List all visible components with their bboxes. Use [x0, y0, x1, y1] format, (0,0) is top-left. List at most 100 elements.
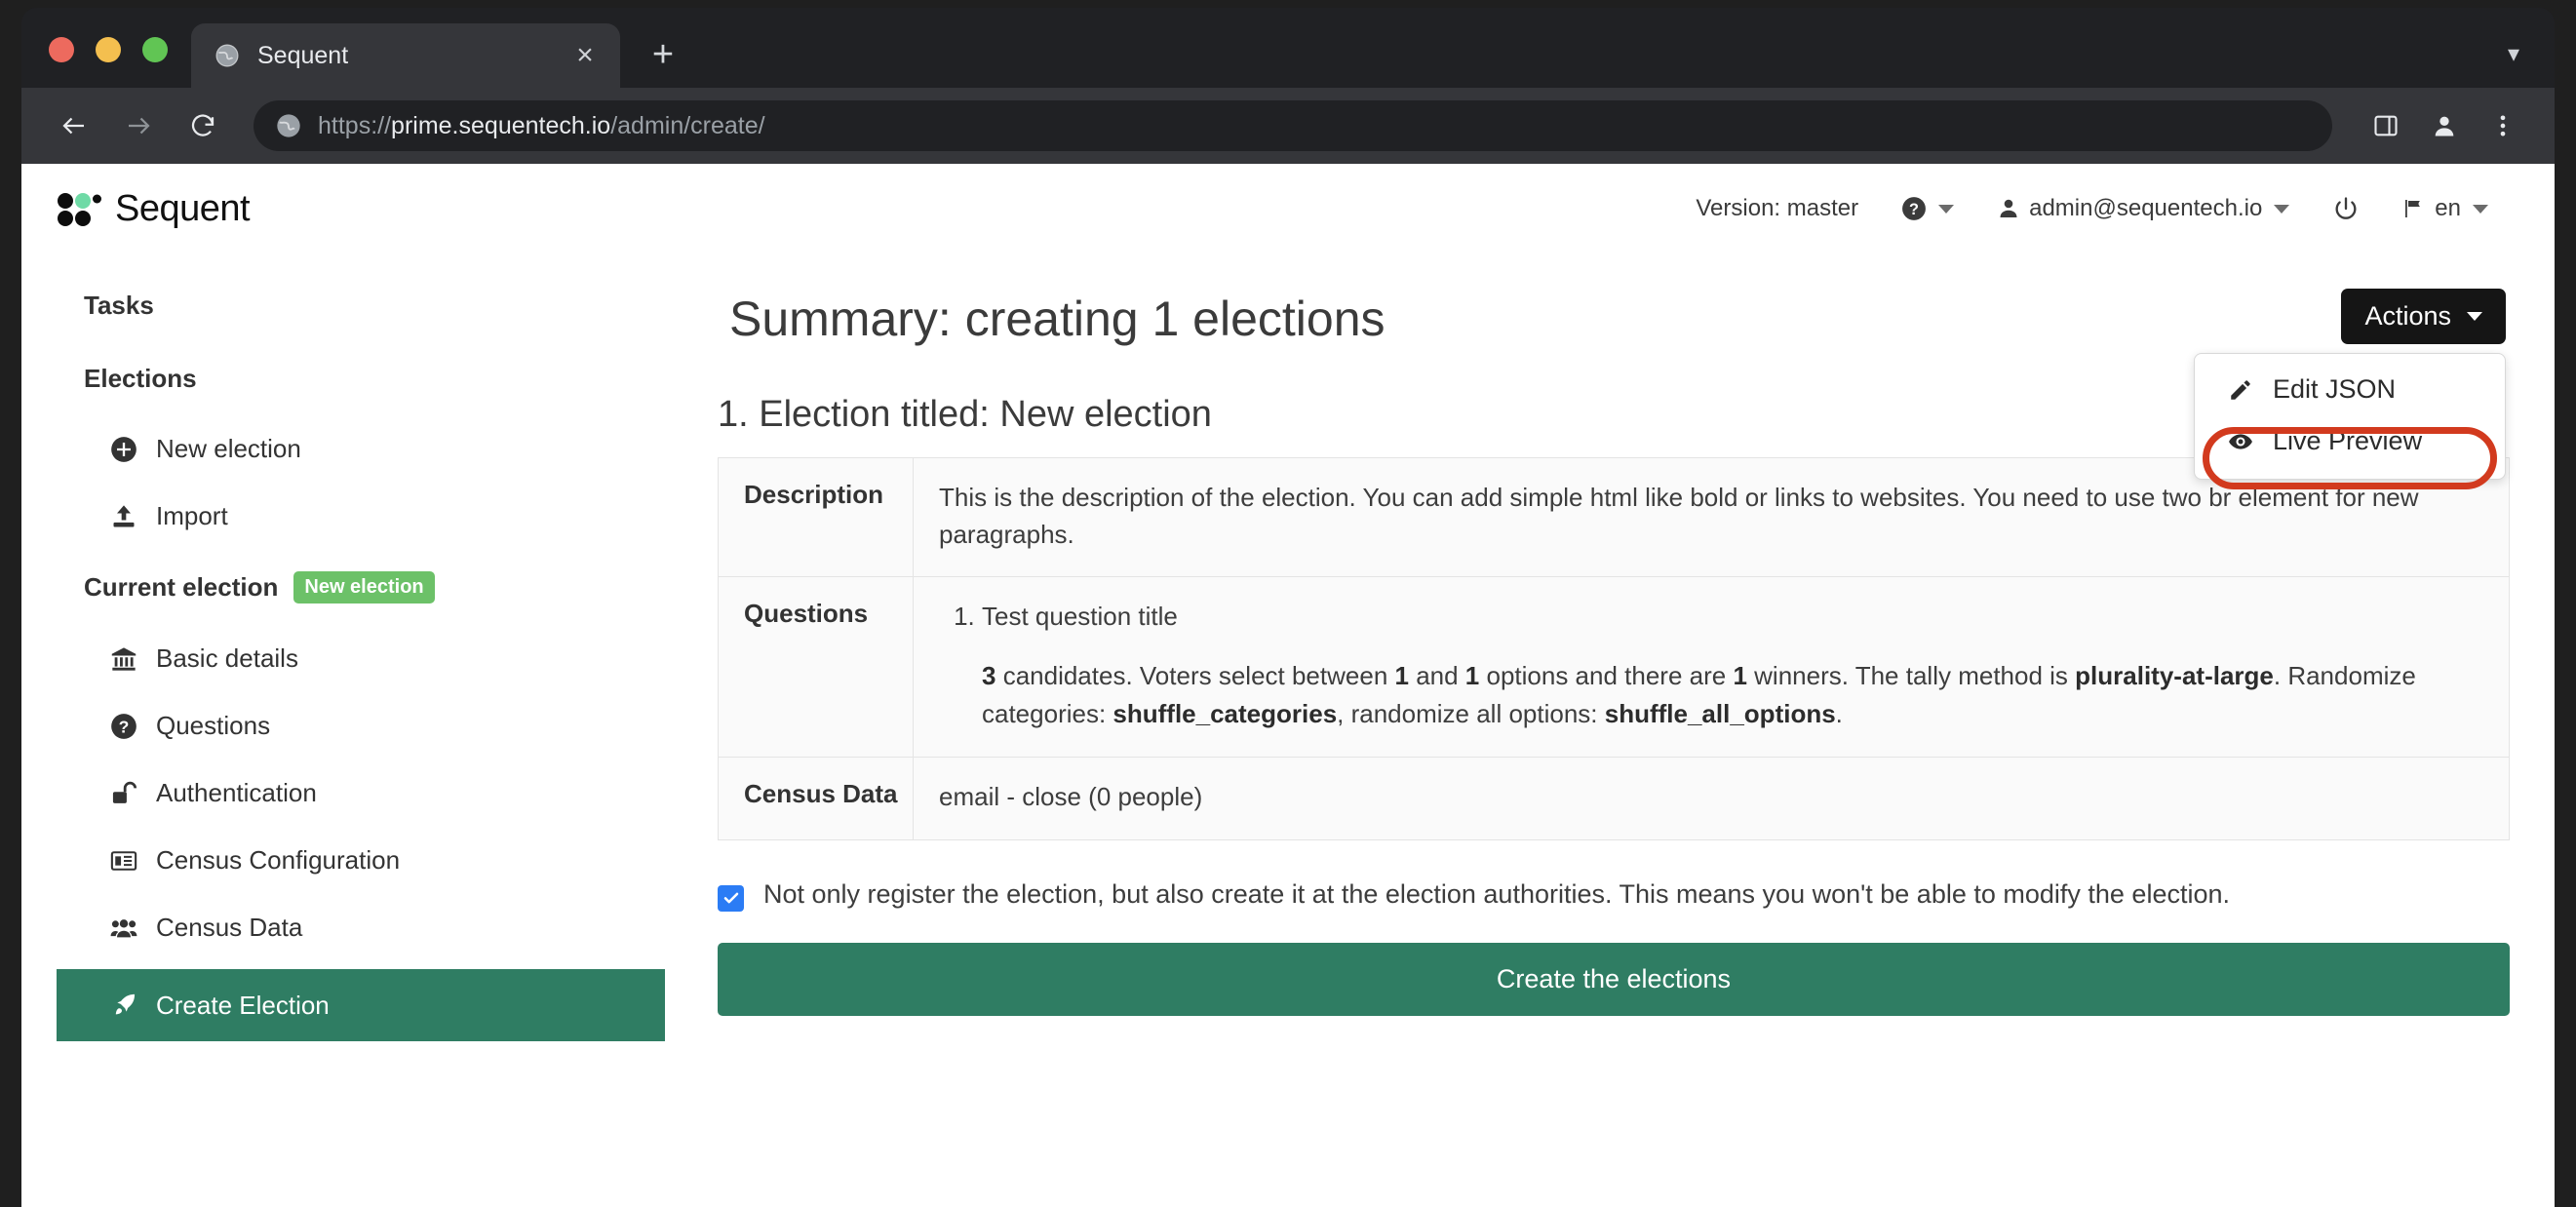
census-data-value: email - close (0 people) [913, 757, 2510, 840]
address-bar[interactable]: https://prime.sequentech.io/admin/create… [254, 100, 2332, 151]
toolbar-actions [2360, 99, 2529, 152]
question-details: 3 candidates. Voters select between 1 an… [982, 657, 2485, 733]
svg-text:?: ? [1909, 201, 1919, 218]
sidebar-item-import[interactable]: Import [21, 483, 665, 550]
sidebar-item-questions[interactable]: ? Questions [21, 692, 665, 759]
question-text-2: and [1408, 661, 1465, 691]
forward-button[interactable] [111, 98, 166, 153]
question-min: 1 [1394, 661, 1409, 691]
main-content: Summary: creating 1 elections Actions Ed… [665, 253, 2555, 1041]
create-at-authorities-checkbox[interactable] [718, 884, 744, 912]
page-title: Summary: creating 1 elections [729, 292, 1386, 346]
table-row-questions: Questions Test question title 3 candidat… [718, 576, 2510, 758]
url-host: prime.sequentech.io [391, 111, 611, 139]
bank-icon [109, 644, 138, 674]
sequent-logo-icon [58, 193, 101, 226]
question-max: 1 [1464, 661, 1480, 691]
logout-button[interactable] [2311, 195, 2381, 222]
sidebar-item-census-configuration[interactable]: Census Configuration [21, 827, 665, 894]
eye-icon [2228, 429, 2255, 454]
language-menu[interactable]: en [2381, 195, 2510, 222]
help-circle-icon: ? [1902, 197, 1927, 220]
sidebar-item-create-election[interactable]: Create Election [57, 969, 665, 1041]
sidebar-item-new-election[interactable]: New election [21, 415, 665, 483]
questions-value: Test question title 3 candidates. Voters… [913, 576, 2510, 758]
rocket-icon [109, 991, 138, 1020]
menu-item-edit-json-label: Edit JSON [2273, 374, 2397, 404]
election-summary-table: Description This is the description of t… [718, 457, 2510, 840]
sidebar-section-current-election: Current election New election [21, 550, 665, 625]
sidebar-item-import-label: Import [156, 501, 228, 530]
header-actions: Version: master ? admin@sequentech.io en [1674, 195, 2510, 222]
sidebar-item-census-data-label: Census Data [156, 913, 303, 942]
sidebar-item-create-election-label: Create Election [156, 990, 330, 1020]
back-button[interactable] [47, 98, 101, 153]
sidebar-section-tasks-label: Tasks [84, 291, 154, 320]
globe-icon [277, 114, 300, 137]
menu-item-live-preview-label: Live Preview [2273, 426, 2423, 455]
side-panel-button[interactable] [2360, 99, 2412, 152]
close-icon[interactable]: × [567, 41, 603, 70]
url-text: https://prime.sequentech.io/admin/create… [318, 112, 765, 140]
table-row-census-data: Census Data email - close (0 people) [718, 757, 2510, 840]
brand-logo[interactable]: Sequent [57, 188, 251, 230]
arrow-right-icon [129, 117, 150, 135]
create-the-elections-button[interactable]: Create the elections [718, 942, 2510, 1016]
plus-circle-icon [109, 435, 138, 464]
census-data-label: Census Data [718, 757, 914, 840]
flag-icon [2405, 200, 2421, 217]
minimize-window-button[interactable] [96, 37, 121, 62]
unlock-icon [109, 779, 138, 808]
browser-tab[interactable]: Sequent × [191, 23, 620, 88]
sidebar-section-tasks[interactable]: Tasks [21, 269, 665, 342]
question-randomize-options: shuffle_all_options [1604, 699, 1836, 729]
question-text-3: options and there are [1479, 661, 1734, 691]
svg-text:?: ? [119, 717, 130, 736]
maximize-window-button[interactable] [142, 37, 168, 62]
url-scheme: https:// [318, 111, 392, 139]
close-window-button[interactable] [49, 37, 74, 62]
kebab-menu-icon [2500, 115, 2506, 136]
reload-icon [191, 114, 215, 136]
chevron-down-icon [2473, 204, 2488, 214]
chevron-down-icon [1938, 204, 1955, 214]
sidebar-item-new-election-label: New election [156, 434, 301, 463]
chevron-down-icon[interactable]: ▾ [2508, 40, 2519, 68]
actions-button[interactable]: Actions [2341, 289, 2506, 344]
question-randomize-categories: shuffle_categories [1112, 699, 1338, 729]
sidebar-item-census-configuration-label: Census Configuration [156, 845, 401, 875]
question-text-1: candidates. Voters select between [995, 661, 1395, 691]
profile-button[interactable] [2418, 99, 2471, 152]
reload-button[interactable] [176, 98, 230, 153]
version-text: Version: master [1696, 195, 1859, 221]
browser-menu-button[interactable] [2477, 99, 2529, 152]
check-icon [723, 892, 738, 904]
sidebar-section-current-label: Current election [84, 572, 279, 602]
users-icon [109, 914, 138, 943]
new-tab-button[interactable]: + [642, 34, 684, 76]
side-panel-icon [2374, 115, 2398, 136]
sidebar-item-authentication[interactable]: Authentication [21, 759, 665, 827]
help-menu[interactable]: ? [1880, 196, 1975, 221]
sidebar-item-questions-label: Questions [156, 711, 271, 740]
sidebar-item-basic-details[interactable]: Basic details [21, 625, 665, 692]
question-text-4: winners. The tally method is [1746, 661, 2076, 691]
sidebar-item-authentication-label: Authentication [156, 778, 317, 807]
question-text-7: . [1835, 699, 1843, 729]
page-body: Tasks Elections New election Import Curr… [21, 253, 2555, 1041]
menu-item-live-preview[interactable]: Live Preview [2195, 415, 2505, 467]
sidebar: Tasks Elections New election Import Curr… [21, 253, 665, 1041]
pencil-icon [2228, 377, 2255, 403]
sidebar-section-elections-label: Elections [84, 364, 197, 393]
question-circle-icon: ? [109, 712, 138, 741]
sidebar-item-census-data[interactable]: Census Data [21, 894, 665, 961]
menu-item-edit-json[interactable]: Edit JSON [2195, 364, 2505, 415]
sidebar-item-basic-details-label: Basic details [156, 643, 298, 673]
user-menu[interactable]: admin@sequentech.io [1975, 195, 2311, 222]
sidebar-section-elections[interactable]: Elections [21, 342, 665, 415]
list-item: Test question title 3 candidates. Voters… [982, 599, 2485, 733]
question-text-6: , randomize all options: [1337, 699, 1605, 729]
chevron-down-icon [2467, 312, 2482, 321]
chevron-down-icon [2274, 204, 2290, 214]
question-candidates: 3 [982, 661, 996, 691]
